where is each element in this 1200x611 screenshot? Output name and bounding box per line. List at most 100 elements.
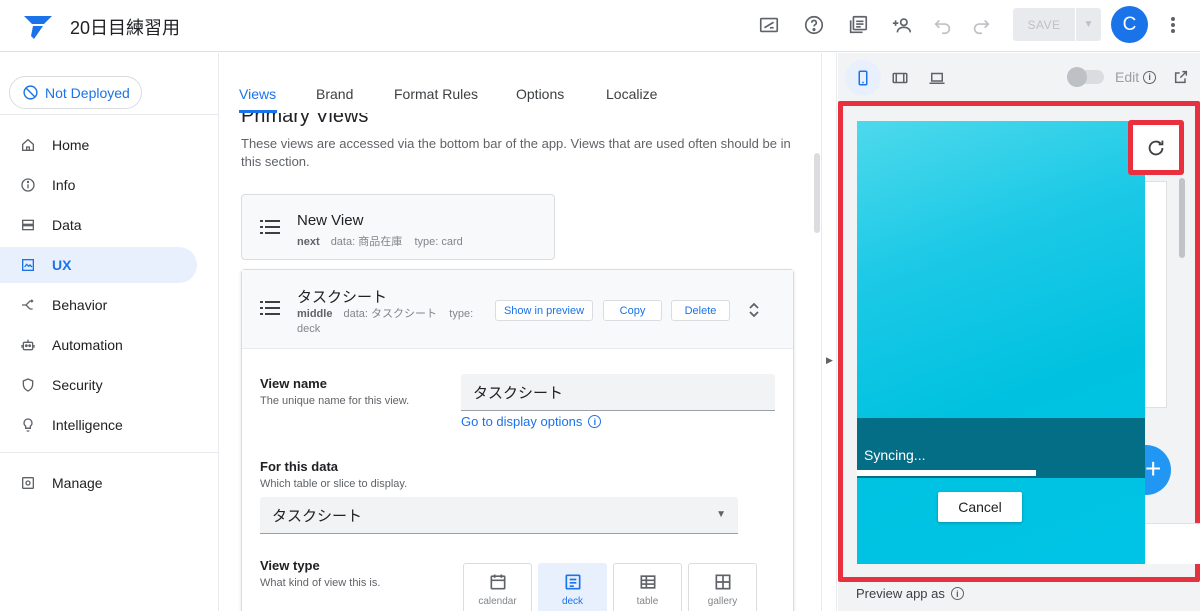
expand-collapse-icon[interactable] xyxy=(748,302,760,318)
info-icon[interactable]: i xyxy=(950,587,964,600)
lightbulb-icon xyxy=(23,418,33,432)
view-type-help: What kind of view this is. xyxy=(260,577,381,589)
home-icon xyxy=(22,138,34,151)
view-type-label: type: xyxy=(449,308,474,320)
library-icon[interactable] xyxy=(845,12,871,38)
view-data-label: data: xyxy=(343,308,368,320)
sidebar-item-label: Manage xyxy=(52,475,103,491)
desktop-device-icon[interactable] xyxy=(919,60,955,96)
refresh-button[interactable] xyxy=(1128,120,1184,175)
delete-button[interactable]: Delete xyxy=(671,300,730,321)
list-icon xyxy=(260,301,280,315)
sidebar-item-behavior[interactable]: Behavior xyxy=(0,287,197,323)
view-name-input[interactable]: タスクシート xyxy=(461,374,775,411)
tab-bar: Views Brand Format Rules Options Localiz… xyxy=(220,53,820,113)
list-icon xyxy=(260,220,280,234)
mobile-device-icon[interactable] xyxy=(845,60,881,96)
tab-localize[interactable]: Localize xyxy=(606,86,657,102)
for-this-data-help: Which table or slice to display. xyxy=(260,478,408,490)
sidebar-item-label: UX xyxy=(52,257,72,273)
preview-panel: Edit i Syncing... Cancel + Preview app a… xyxy=(838,53,1200,611)
display-options-link-label: Go to display options xyxy=(461,414,583,429)
display-options-link[interactable]: Go to display options i xyxy=(461,414,602,429)
view-name-help: The unique name for this view. xyxy=(260,395,410,407)
save-dropdown-icon[interactable]: ▼ xyxy=(1076,19,1101,30)
security-icon xyxy=(22,378,34,392)
chevron-right-icon: ▶ xyxy=(826,355,833,365)
sidebar-item-label: Home xyxy=(52,137,90,153)
sidebar-item-label: Automation xyxy=(52,337,123,353)
edit-mode-toggle[interactable] xyxy=(1067,67,1104,87)
view-card-new-view[interactable]: New View next data: 商品在庫 type: card xyxy=(241,194,555,260)
top-bar: 20日目練習用 SAVE ▼ C xyxy=(0,0,1200,52)
sidebar-divider-top xyxy=(0,114,219,115)
info-icon[interactable]: i xyxy=(1143,70,1157,84)
view-type-table[interactable]: table xyxy=(613,563,682,611)
edit-mode-label-group: Edit i xyxy=(1115,69,1157,85)
view-type-option-label: table xyxy=(636,596,659,607)
more-menu-icon[interactable] xyxy=(1163,14,1183,36)
sidebar-item-security[interactable]: Security xyxy=(0,367,197,403)
sidebar-item-data[interactable]: Data xyxy=(0,207,197,243)
view-meta: next data: 商品在庫 type: card xyxy=(297,233,463,249)
help-icon[interactable] xyxy=(801,12,827,38)
share-add-user-icon[interactable] xyxy=(889,12,915,38)
tab-options[interactable]: Options xyxy=(516,86,564,102)
tab-views[interactable]: Views xyxy=(239,86,276,102)
app-title: 20日目練習用 xyxy=(70,18,181,38)
view-type-gallery[interactable]: gallery xyxy=(688,563,757,611)
view-type: deck xyxy=(297,323,321,335)
info-icon: i xyxy=(588,415,602,428)
data-source-select[interactable]: タスクシート ▼ xyxy=(260,497,738,534)
section-description: These views are accessed via the bottom … xyxy=(241,136,791,169)
data-icon xyxy=(22,219,34,231)
view-type: card xyxy=(441,236,463,248)
save-button[interactable]: SAVE ▼ xyxy=(1013,8,1101,41)
calendar-icon xyxy=(490,574,505,590)
sidebar-item-info[interactable]: Info xyxy=(0,167,197,203)
view-type-calendar[interactable]: calendar xyxy=(463,563,532,611)
sidebar-item-automation[interactable]: Automation xyxy=(0,327,197,363)
main-content: Primary Views These views are accessed v… xyxy=(220,113,820,611)
info-icon xyxy=(21,178,35,192)
tab-format-rules[interactable]: Format Rules xyxy=(394,86,478,102)
app-preview-screen[interactable]: Syncing... Cancel xyxy=(857,121,1145,564)
sidebar-item-home[interactable]: Home xyxy=(0,127,197,163)
sidebar-divider-bottom xyxy=(0,452,219,453)
open-in-new-icon[interactable] xyxy=(1173,69,1189,85)
main-scrollbar[interactable] xyxy=(814,153,820,233)
preview-collapse-handle[interactable]: ▶ xyxy=(821,53,837,611)
sidebar-item-ux[interactable]: UX xyxy=(0,247,197,283)
show-in-preview-button[interactable]: Show in preview xyxy=(495,300,593,321)
view-name-label: View name xyxy=(260,376,327,391)
manage-icon xyxy=(22,477,34,489)
view-type-option-label: gallery xyxy=(707,596,738,607)
view-type-deck[interactable]: deck xyxy=(538,563,607,611)
avatar[interactable]: C xyxy=(1111,6,1148,43)
gallery-icon xyxy=(715,574,730,590)
copy-button[interactable]: Copy xyxy=(603,300,662,321)
view-type-label: View type xyxy=(260,558,320,573)
ux-icon xyxy=(22,259,34,271)
deploy-status-button[interactable]: Not Deployed xyxy=(9,76,142,109)
undo-icon[interactable] xyxy=(930,12,956,38)
view-name: タスクシート xyxy=(297,289,388,306)
tab-brand[interactable]: Brand xyxy=(316,86,353,102)
sidebar-item-label: Security xyxy=(52,377,103,393)
redo-icon[interactable] xyxy=(968,12,994,38)
save-button-label: SAVE xyxy=(1027,17,1061,32)
view-type-option-label: deck xyxy=(561,596,584,607)
sidebar-item-intelligence[interactable]: Intelligence xyxy=(0,407,197,443)
view-name: New View xyxy=(297,212,364,229)
tablet-device-icon[interactable] xyxy=(882,60,918,96)
section-title: Primary Views xyxy=(241,113,369,127)
view-card-expanded: タスクシート middle data: タスクシート type: deck Sh… xyxy=(241,269,794,611)
appsheet-logo-icon[interactable] xyxy=(22,10,54,42)
cancel-sync-button[interactable]: Cancel xyxy=(938,492,1022,522)
preview-icon[interactable] xyxy=(756,12,782,38)
view-card-header[interactable]: タスクシート middle data: タスクシート type: deck Sh… xyxy=(242,270,793,349)
preview-scrollbar[interactable] xyxy=(1179,178,1185,258)
sidebar-item-manage[interactable]: Manage xyxy=(0,465,197,501)
sidebar-item-label: Data xyxy=(52,217,82,233)
view-type-label: type: xyxy=(414,236,439,248)
